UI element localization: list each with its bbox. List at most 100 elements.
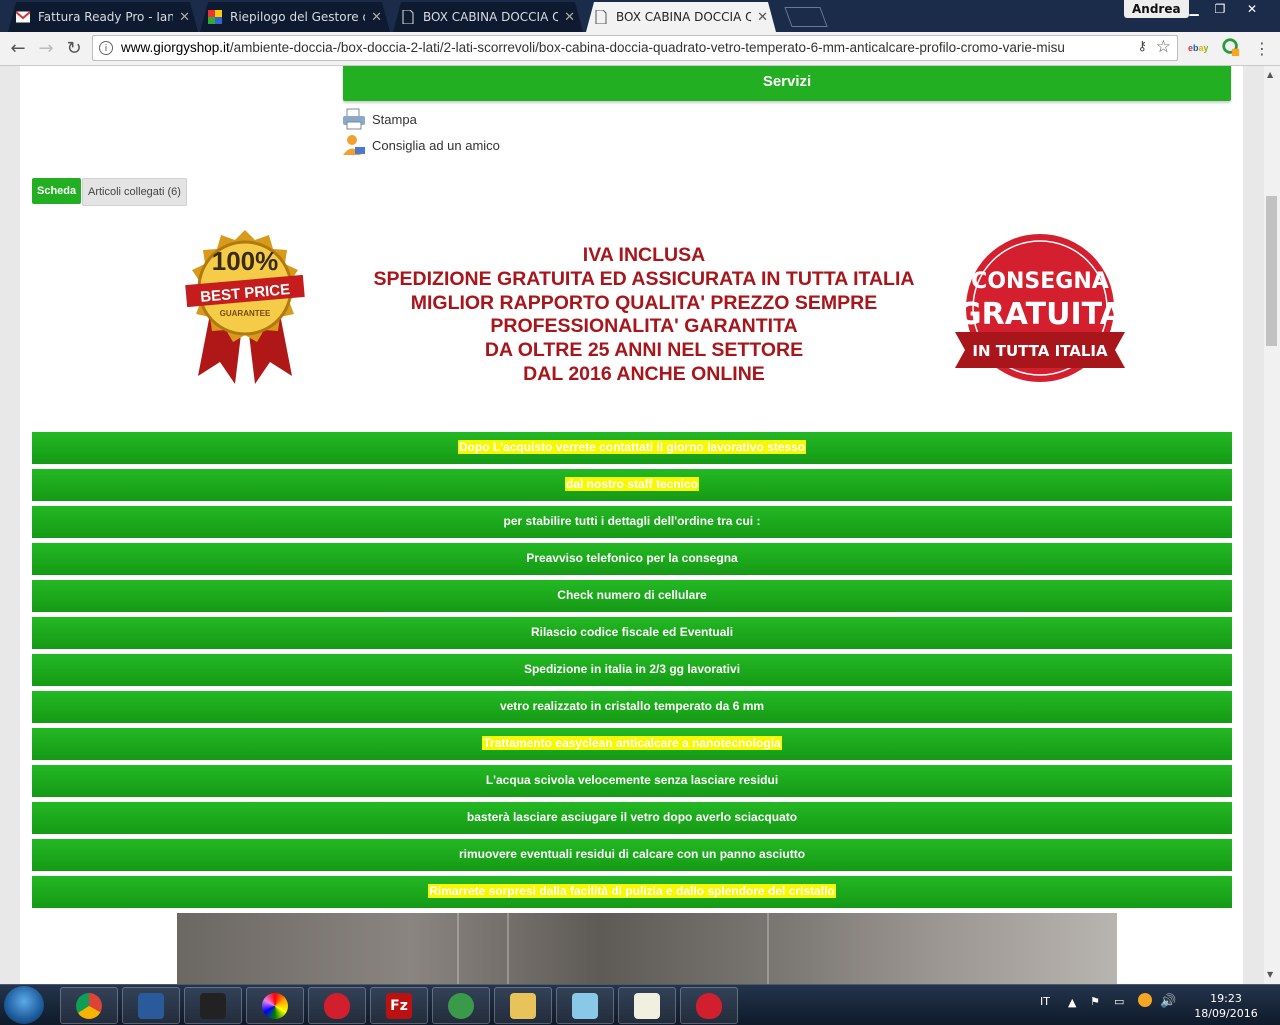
vodafone-icon — [200, 992, 226, 1019]
strawberry-icon — [324, 992, 350, 1019]
info-row: Dopo L'acquisto verrete contattati il gi… — [32, 432, 1232, 464]
gear-app-icon — [448, 992, 474, 1019]
browser-tab-3[interactable]: BOX CABINA DOCCIA QU ✕ — [393, 2, 583, 32]
page-icon — [401, 10, 415, 24]
info-row: Trattamento easyclean anticalcare a nano… — [32, 728, 1232, 760]
bookmark-star-icon[interactable]: ☆ — [1156, 37, 1171, 57]
print-label: Stampa — [372, 111, 417, 127]
minimize-icon[interactable]: ▁ — [1180, 0, 1208, 18]
taskbar-app-button[interactable] — [556, 987, 614, 1024]
consegna-gratuita-stamp: CONSEGNA GRATUITA IN TUTTA ITALIA — [955, 234, 1125, 382]
tab-scheda[interactable]: Scheda — [32, 178, 82, 204]
browser-tab-title: BOX CABINA DOCCIA QU — [616, 10, 752, 24]
info-rows: Dopo L'acquisto verrete contattati il gi… — [32, 432, 1232, 913]
info-row: Rimarrete sorpresi dalla facilità di pul… — [32, 876, 1232, 908]
taskbar-app-button[interactable] — [494, 987, 552, 1024]
close-tab-icon[interactable]: ✕ — [371, 10, 382, 25]
volume-icon[interactable]: 🔊 — [1160, 994, 1176, 1009]
address-bar[interactable]: i www.giorgyshop.it/ambiente-doccia-/box… — [92, 35, 1178, 61]
close-tab-icon[interactable]: ✕ — [757, 10, 768, 25]
info-row: Preavviso telefonico per la consegna — [32, 543, 1232, 575]
taskbar-app-button[interactable] — [432, 987, 490, 1024]
browser-tab-1[interactable]: Fattura Ready Pro - Ianer ✕ — [8, 2, 198, 32]
green-extension-icon[interactable] — [1220, 37, 1242, 57]
product-photo — [177, 913, 1117, 984]
new-tab-button[interactable] — [784, 7, 828, 27]
ebay-extension-icon[interactable]: ebay — [1188, 37, 1208, 57]
banner-line: MIGLIOR RAPPORTO QUALITA' PREZZO SEMPRE — [410, 291, 878, 314]
scroll-up-icon[interactable]: ▲ — [1267, 70, 1273, 79]
info-row-text: rimuovere eventuali residui di calcare c… — [458, 847, 806, 861]
start-button[interactable] — [4, 986, 44, 1024]
network-drive-icon — [138, 992, 164, 1019]
info-row: L'acqua scivola velocemente senza lascia… — [32, 765, 1232, 797]
info-row-text: Spedizione in italia in 2/3 gg lavorativ… — [523, 662, 741, 676]
key-icon[interactable]: ⚷ — [1137, 39, 1147, 54]
back-icon[interactable]: ← — [6, 37, 30, 61]
page-scrollbar[interactable]: ▲ ▼ — [1264, 66, 1280, 984]
page-icon — [594, 10, 608, 24]
taskbar-app-button[interactable] — [618, 987, 676, 1024]
reload-icon[interactable]: ↻ — [62, 37, 86, 61]
info-row-text: L'acqua scivola velocemente senza lascia… — [485, 773, 779, 787]
info-row: rimuovere eventuali residui di calcare c… — [32, 839, 1232, 871]
info-row-text: Dopo L'acquisto verrete contattati il gi… — [457, 440, 807, 454]
taskbar-app-button[interactable] — [184, 987, 242, 1024]
services-bar[interactable]: Servizi — [343, 66, 1231, 101]
promo-banner: 100% BEST PRICE GUARANTEE IVA INCLUSA SP… — [180, 226, 1125, 396]
close-tab-icon[interactable]: ✕ — [179, 10, 190, 25]
language-indicator[interactable]: IT — [1040, 995, 1050, 1008]
taskbar-app-button[interactable] — [60, 987, 118, 1024]
tab-articoli-collegati[interactable]: Articoli collegati (6) — [82, 178, 187, 206]
taskbar-app-button[interactable] — [308, 987, 366, 1024]
info-row-text: Preavviso telefonico per la consegna — [526, 551, 738, 565]
gmail-icon — [16, 10, 30, 24]
info-row: per stabilire tutti i dettagli dell'ordi… — [32, 506, 1232, 538]
stamp-consegna: CONSEGNA — [971, 269, 1109, 294]
system-clock[interactable]: 19:23 18/09/2016 — [1188, 991, 1264, 1021]
flag-icon[interactable]: ⚑ — [1090, 995, 1100, 1008]
browser-tab-2[interactable]: Riepilogo del Gestore de ✕ — [200, 2, 390, 32]
clock-time: 19:23 — [1210, 992, 1242, 1005]
banner-text: IVA INCLUSA SPEDIZIONE GRATUITA ED ASSIC… — [340, 244, 948, 387]
site-info-icon[interactable]: i — [99, 41, 113, 55]
browser-tab-title: BOX CABINA DOCCIA QU — [423, 10, 559, 24]
taskbar-app-button[interactable]: Fz — [370, 987, 428, 1024]
editor-icon — [634, 992, 660, 1019]
best-price-badge: 100% BEST PRICE GUARANTEE — [185, 230, 305, 384]
taskbar-app-button[interactable] — [680, 987, 738, 1024]
print-link[interactable]: Stampa — [342, 108, 417, 130]
taskbar-app-button[interactable] — [246, 987, 304, 1024]
network-icon[interactable]: ▭ — [1114, 995, 1124, 1008]
banner-line: IVA INCLUSA — [582, 244, 706, 266]
recommend-friend-link[interactable]: Consiglia ad un amico — [342, 134, 500, 156]
filezilla-icon: Fz — [386, 992, 412, 1019]
browser-tab-strip: Fattura Ready Pro - Ianer ✕ Riepilogo de… — [0, 0, 1280, 32]
info-row-text: basterà lasciare asciugare il vetro dopo… — [466, 810, 798, 824]
profile-button[interactable]: Andrea — [1124, 0, 1189, 18]
notification-icon[interactable] — [1138, 993, 1152, 1007]
strawberry-icon — [696, 992, 722, 1019]
browser-tab-4-active[interactable]: BOX CABINA DOCCIA QU ✕ — [586, 2, 776, 32]
menu-icon[interactable]: ⋮ — [1250, 37, 1274, 61]
close-window-icon[interactable]: ✕ — [1238, 0, 1266, 18]
scrollbar-thumb[interactable] — [1266, 196, 1277, 346]
info-row: Rilascio codice fiscale ed Eventuali — [32, 617, 1232, 649]
recommend-label: Consiglia ad un amico — [372, 137, 500, 153]
badge-100-text: 100% — [212, 246, 279, 276]
banner-line: DAL 2016 ANCHE ONLINE — [523, 362, 765, 385]
browser-tab-title: Fattura Ready Pro - Ianer — [38, 10, 174, 24]
svg-text:ebay: ebay — [1188, 43, 1208, 53]
info-row: dal nostro staff tecnico — [32, 469, 1232, 501]
show-hidden-icons[interactable]: ▲ — [1068, 996, 1076, 1009]
restore-icon[interactable]: ❐ — [1206, 0, 1234, 18]
taskbar-app-button[interactable] — [122, 987, 180, 1024]
notepad-icon — [572, 992, 598, 1019]
browser-toolbar: ← → ↻ i www.giorgyshop.it/ambiente-docci… — [0, 32, 1280, 66]
close-tab-icon[interactable]: ✕ — [564, 10, 575, 25]
forward-icon[interactable]: → — [34, 37, 58, 61]
url-text[interactable]: www.giorgyshop.it/ambiente-doccia-/box-d… — [121, 40, 1131, 55]
banner-line: DA OLTRE 25 ANNI NEL SETTORE — [484, 339, 804, 362]
info-row: basterà lasciare asciugare il vetro dopo… — [32, 802, 1232, 834]
scroll-down-icon[interactable]: ▼ — [1267, 970, 1273, 979]
